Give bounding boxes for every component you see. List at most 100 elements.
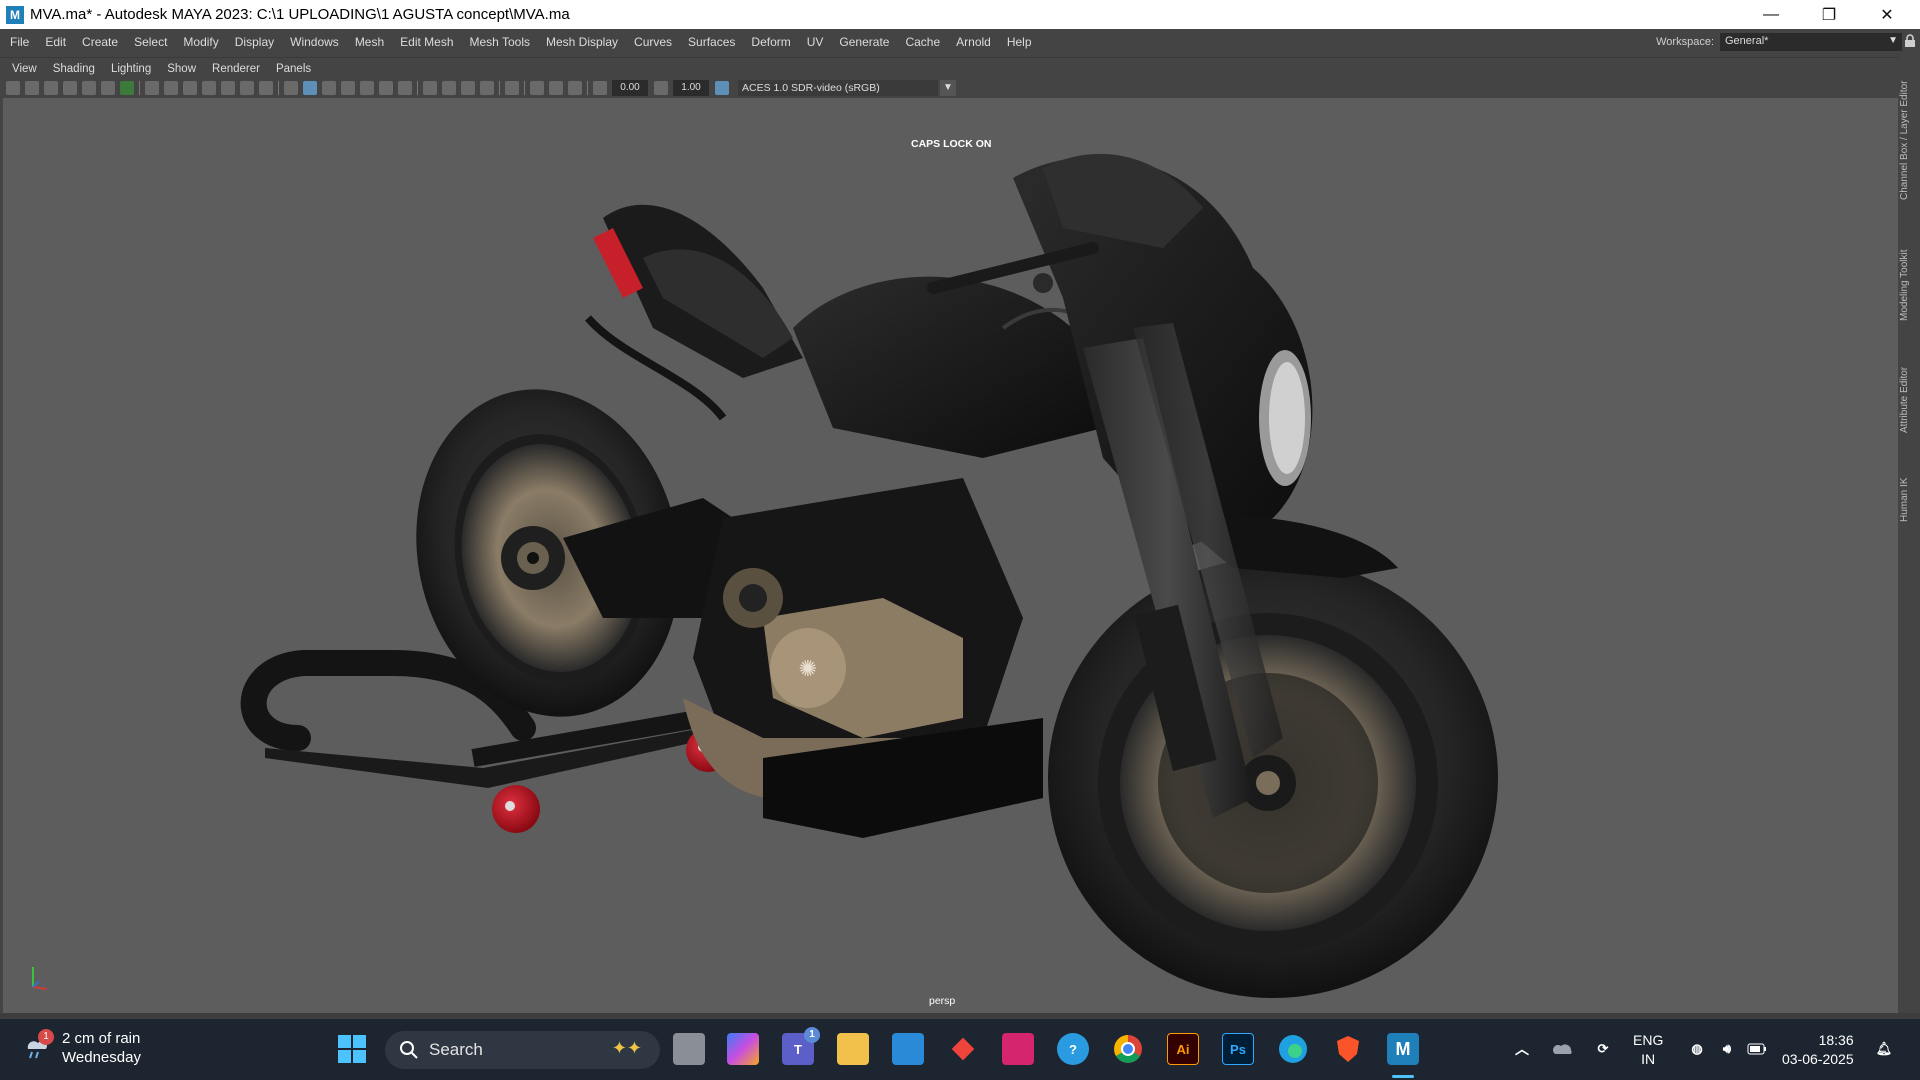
- perspective-viewport[interactable]: CAPS LOCK ON ✺ persp: [3, 98, 1898, 1013]
- tab-channel-box[interactable]: Channel Box / Layer Editor: [1899, 65, 1919, 215]
- resolution-gate-icon[interactable]: [183, 81, 197, 95]
- select-camera-icon[interactable]: [6, 81, 20, 95]
- panel-menu-show[interactable]: Show: [159, 63, 204, 75]
- maya-app-icon[interactable]: M: [6, 5, 24, 24]
- menu-generate[interactable]: Generate: [831, 35, 897, 49]
- volume-icon[interactable]: 🔊︎: [1711, 1033, 1743, 1065]
- language-indicator[interactable]: ENG IN: [1633, 1031, 1663, 1069]
- menu-edit-mesh[interactable]: Edit Mesh: [392, 35, 461, 49]
- menu-deform[interactable]: Deform: [743, 35, 798, 49]
- bookmark-icon[interactable]: [63, 81, 77, 95]
- menu-mesh[interactable]: Mesh: [347, 35, 392, 49]
- safe-title-icon[interactable]: [259, 81, 273, 95]
- multisample-aa-icon[interactable]: [461, 81, 475, 95]
- safe-action-icon[interactable]: [240, 81, 254, 95]
- xray-joints-icon[interactable]: [568, 81, 582, 95]
- lock-camera-icon[interactable]: [25, 81, 39, 95]
- use-all-lights-icon[interactable]: [379, 81, 393, 95]
- default-material-icon[interactable]: [322, 81, 336, 95]
- grid-icon[interactable]: [145, 81, 159, 95]
- menu-cache[interactable]: Cache: [897, 35, 948, 49]
- panel-menu-panels[interactable]: Panels: [268, 63, 319, 75]
- menu-create[interactable]: Create: [74, 35, 126, 49]
- anydesk-icon[interactable]: [947, 1033, 979, 1065]
- panel-menu-renderer[interactable]: Renderer: [204, 63, 268, 75]
- notifications-icon[interactable]: 🔔︎: [1868, 1033, 1900, 1065]
- panel-menu-view[interactable]: View: [0, 63, 45, 75]
- tab-attribute-editor[interactable]: Attribute Editor: [1899, 350, 1919, 450]
- weather-widget[interactable]: 1 2 cm of rain Wednesday: [24, 1029, 141, 1067]
- menu-display[interactable]: Display: [227, 35, 282, 49]
- system-clock[interactable]: 18:36 03-06-2025: [1782, 1031, 1854, 1069]
- menu-select[interactable]: Select: [126, 35, 175, 49]
- maya-taskbar-icon[interactable]: M: [1387, 1033, 1419, 1065]
- xray-active-components-icon[interactable]: [549, 81, 563, 95]
- illustrator-icon[interactable]: Ai: [1167, 1033, 1199, 1065]
- workspace-dropdown[interactable]: General* ▼: [1720, 33, 1902, 51]
- menu-surfaces[interactable]: Surfaces: [680, 35, 743, 49]
- menu-mesh-tools[interactable]: Mesh Tools: [462, 35, 538, 49]
- forza-icon[interactable]: [1002, 1033, 1034, 1065]
- task-view-icon[interactable]: [673, 1033, 705, 1065]
- tab-modeling-toolkit[interactable]: Modeling Toolkit: [1899, 235, 1919, 335]
- exposure-icon[interactable]: [593, 81, 607, 95]
- gate-mask-icon[interactable]: [202, 81, 216, 95]
- restore-button[interactable]: ❐: [1800, 0, 1858, 29]
- menu-modify[interactable]: Modify: [175, 35, 226, 49]
- shadows-icon[interactable]: [398, 81, 412, 95]
- menu-windows[interactable]: Windows: [282, 35, 347, 49]
- onedrive-icon[interactable]: [1547, 1033, 1579, 1065]
- chevron-down-icon[interactable]: ▼: [940, 80, 956, 96]
- tab-human-ik[interactable]: Human IK: [1899, 465, 1919, 535]
- teams-icon[interactable]: T 1: [782, 1027, 820, 1065]
- motion-blur-icon[interactable]: [442, 81, 456, 95]
- menu-file[interactable]: File: [0, 35, 37, 49]
- menu-uv[interactable]: UV: [799, 35, 832, 49]
- taskbar-search[interactable]: Search ✦✦: [385, 1031, 660, 1069]
- depth-of-field-icon[interactable]: [480, 81, 494, 95]
- motorcycle-render: ✺: [240, 153, 1498, 998]
- close-button[interactable]: ✕: [1858, 0, 1916, 29]
- wireframe-icon[interactable]: [284, 81, 298, 95]
- get-help-icon[interactable]: ?: [1057, 1033, 1089, 1065]
- panel-menu-shading[interactable]: Shading: [45, 63, 103, 75]
- field-chart-icon[interactable]: [221, 81, 235, 95]
- smooth-shade-icon[interactable]: [303, 81, 317, 95]
- menu-edit[interactable]: Edit: [37, 35, 74, 49]
- menu-curves[interactable]: Curves: [626, 35, 680, 49]
- battery-icon[interactable]: [1741, 1033, 1773, 1065]
- film-gate-icon[interactable]: [164, 81, 178, 95]
- exposure-field[interactable]: 0.00: [612, 80, 648, 96]
- chevron-up-icon[interactable]: ︿: [1506, 1033, 1538, 1065]
- gamma-icon[interactable]: [654, 81, 668, 95]
- panel-menu-lighting[interactable]: Lighting: [103, 63, 159, 75]
- copilot-icon[interactable]: [727, 1033, 759, 1065]
- microsoft-store-icon[interactable]: [892, 1033, 924, 1065]
- network-globe-icon[interactable]: ◍: [1681, 1033, 1713, 1065]
- file-explorer-icon[interactable]: [837, 1033, 869, 1065]
- xray-icon[interactable]: [530, 81, 544, 95]
- menu-mesh-display[interactable]: Mesh Display: [538, 35, 626, 49]
- grease-pencil-icon[interactable]: [120, 81, 134, 95]
- photoshop-icon[interactable]: Ps: [1222, 1033, 1254, 1065]
- brave-icon[interactable]: [1332, 1033, 1364, 1065]
- 2d-pan-zoom-icon[interactable]: [101, 81, 115, 95]
- textured-icon[interactable]: [360, 81, 374, 95]
- lock-icon[interactable]: [1904, 34, 1916, 48]
- view-transform-dropdown[interactable]: ACES 1.0 SDR-video (sRGB): [738, 80, 938, 96]
- menu-help[interactable]: Help: [999, 35, 1040, 49]
- windows-start-icon[interactable]: [336, 1033, 368, 1065]
- gamma-field[interactable]: 1.00: [673, 80, 709, 96]
- screen-space-ao-icon[interactable]: [423, 81, 437, 95]
- isolate-select-icon[interactable]: [505, 81, 519, 95]
- menu-arnold[interactable]: Arnold: [948, 35, 999, 49]
- color-management-icon[interactable]: [715, 81, 729, 95]
- chrome-icon[interactable]: [1112, 1033, 1144, 1065]
- minimize-button[interactable]: —: [1742, 0, 1800, 29]
- sync-icon[interactable]: ⟳: [1587, 1033, 1619, 1065]
- camera-attributes-icon[interactable]: [44, 81, 58, 95]
- title-bar: M MVA.ma* - Autodesk MAYA 2023: C:\1 UPL…: [0, 0, 1920, 29]
- edge-icon[interactable]: [1277, 1033, 1309, 1065]
- image-plane-icon[interactable]: [82, 81, 96, 95]
- wireframe-on-shaded-icon[interactable]: [341, 81, 355, 95]
